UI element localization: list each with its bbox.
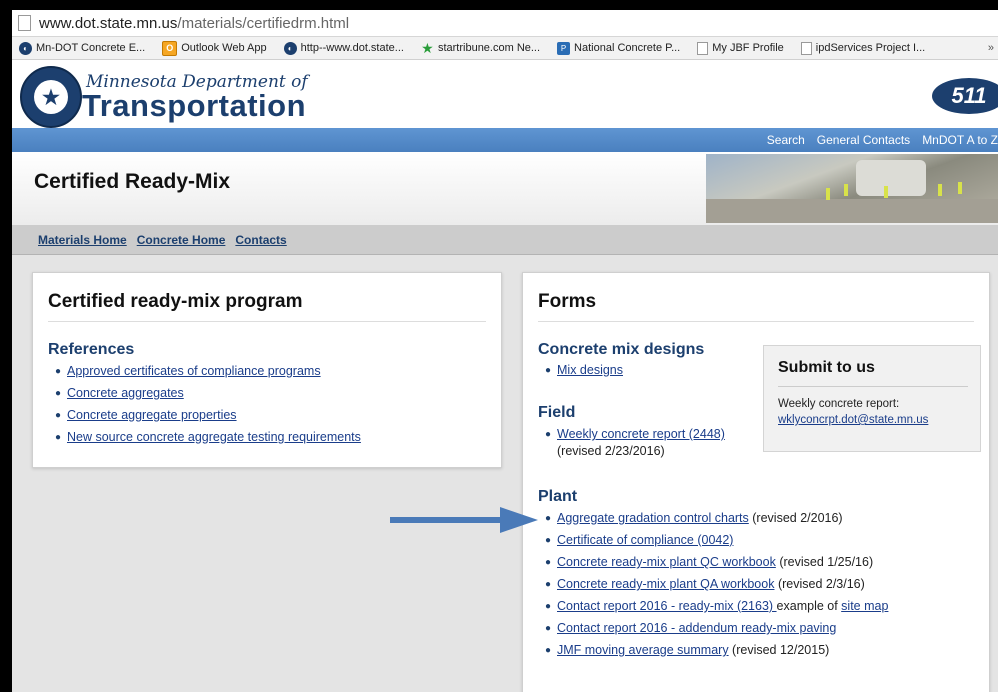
bookmark-dot-state[interactable]: ◐ http--www.dot.state... [283,41,404,55]
list-item: ● Concrete ready-mix plant QA workbook (r… [545,577,865,591]
approved-certificates-link[interactable]: Approved certificates of compliance prog… [67,363,321,380]
mix-designs-heading: Concrete mix designs [538,341,705,358]
list-item: ● Contact report 2016 - ready-mix (2163) … [545,599,889,613]
submit-email-link[interactable]: wklyconcrpt.dot@state.mn.us [778,414,928,426]
program-title: Certified ready-mix program [48,291,303,312]
qa-workbook-link[interactable]: Concrete ready-mix plant QA workbook [557,577,774,591]
contacts-link[interactable]: Contacts [235,233,286,247]
bookmark-mndot-concrete[interactable]: ◐ Mn-DOT Concrete E... [19,41,145,55]
mix-designs-link[interactable]: Mix designs [557,362,623,379]
list-item: ● New source concrete aggregate testing r… [55,429,361,446]
revision-note: (revised 2/23/2016) [557,444,665,458]
bookmark-outlook[interactable]: O Outlook Web App [162,40,267,56]
submit-label: Weekly concrete report: [778,398,900,410]
logo-511-icon[interactable]: 511 [932,78,998,114]
list-item: ● Certificate of compliance (0042) [545,533,734,547]
list-item: ● Concrete aggregate properties [55,407,237,424]
concrete-aggregates-link[interactable]: Concrete aggregates [67,385,184,402]
references-heading: References [48,341,135,358]
aggregate-gradation-link[interactable]: Aggregate gradation control charts [557,511,749,525]
bookmark-national-concrete[interactable]: P National Concrete P... [557,41,680,55]
a-to-z-link[interactable]: MnDOT A to Z [922,133,998,147]
program-panel: Certified ready-mix program References ●… [32,272,502,468]
agency-name-main[interactable]: Transportation [82,88,306,124]
list-item: ● JMF moving average summary (revised 12/… [545,643,830,657]
page-icon [18,15,31,31]
bookmark-startribune[interactable]: ★ startribune.com Ne... [421,39,540,56]
list-item: ● Mix designs [545,362,623,379]
new-source-testing-link[interactable]: New source concrete aggregate testing re… [67,429,361,446]
url-path: /materials/certifiedrm.html [177,14,350,32]
list-item: ● Weekly concrete report (2448) [545,426,725,443]
top-nav-bar: Search General Contacts MnDOT A to Z [12,128,998,152]
bookmark-jbf-profile[interactable]: My JBF Profile [697,41,784,55]
outlook-icon: O [162,40,178,56]
bookmarks-bar: ◐ Mn-DOT Concrete E... O Outlook Web App ◐… [12,37,998,60]
npca-icon: P [557,41,571,55]
contact-report-paving-link[interactable]: Contact report 2016 - addendum ready-mix… [557,621,836,635]
site-map-link[interactable]: site map [841,599,888,613]
field-heading: Field [538,404,576,421]
forms-panel: Forms Concrete mix designs ● Mix designs … [522,272,990,692]
search-link[interactable]: Search [767,133,805,147]
list-item: ● Contact report 2016 - addendum ready-mi… [545,621,837,635]
submit-title: Submit to us [778,359,875,376]
weekly-concrete-report-link[interactable]: Weekly concrete report (2448) [557,426,725,443]
plant-heading: Plant [538,488,578,505]
bookmark-ipdservices[interactable]: ipdServices Project I... [800,41,925,55]
forms-title: Forms [538,291,597,312]
page-title: Certified Ready-Mix [34,170,231,193]
materials-home-link[interactable]: Materials Home [38,233,127,247]
browser-window: www.dot.state.mn.us/materials/certifiedr… [12,10,998,692]
pointer-arrow-icon [390,507,538,533]
aggregate-properties-link[interactable]: Concrete aggregate properties [67,407,237,424]
list-item: ● Approved certificates of compliance pro… [55,363,321,380]
general-contacts-link[interactable]: General Contacts [817,133,910,147]
address-bar[interactable]: www.dot.state.mn.us/materials/certifiedr… [12,10,998,37]
qc-workbook-link[interactable]: Concrete ready-mix plant QC workbook [557,555,776,569]
certificate-of-compliance-link[interactable]: Certificate of compliance (0042) [557,533,733,547]
title-band: Certified Ready-Mix [12,152,998,226]
list-item: ● Concrete ready-mix plant QC workbook (r… [545,555,874,569]
header-photo [706,154,998,223]
submit-box: Submit to us Weekly concrete report: wkl… [763,345,981,452]
jmf-summary-link[interactable]: JMF moving average summary [557,643,729,657]
page-icon [697,41,709,55]
site-header: ★ Minnesota Department of Transportation… [12,60,998,128]
list-item: ● Aggregate gradation control charts (rev… [545,511,843,525]
star-icon: ★ [421,39,434,56]
mndot-icon: ◐ [283,41,297,55]
url-domain: www.dot.state.mn.us [39,14,178,32]
breadcrumb: Materials Home Concrete Home Contacts [12,226,998,255]
bookmarks-overflow-icon[interactable]: » [988,42,994,54]
mndot-seal-icon[interactable]: ★ [20,66,82,128]
page-icon [800,41,812,55]
contact-report-ready-mix-link[interactable]: Contact report 2016 - ready-mix (2163) [557,599,777,613]
mndot-icon: ◐ [19,41,32,55]
list-item: ● Concrete aggregates [55,385,184,402]
concrete-home-link[interactable]: Concrete Home [137,233,226,247]
